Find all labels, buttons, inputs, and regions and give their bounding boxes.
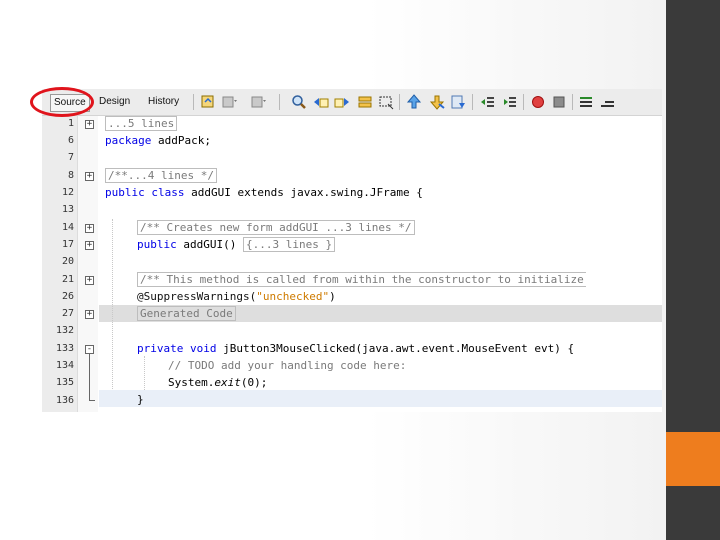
line-number: 12 bbox=[61, 187, 74, 198]
find-previous-icon[interactable] bbox=[313, 94, 329, 110]
code-line: ...5 lines bbox=[105, 115, 178, 132]
editor-toolbar: Source Design History bbox=[42, 89, 662, 116]
line-number: 14 bbox=[61, 222, 74, 233]
line-numbers: 1 6 7 8 12 13 14 17 20 21 26 27 132 133 … bbox=[42, 116, 77, 412]
line-number: 7 bbox=[67, 152, 74, 163]
line-number: 17 bbox=[61, 239, 74, 250]
line-number: 134 bbox=[55, 360, 74, 371]
next-bookmark-icon[interactable] bbox=[429, 94, 445, 110]
code-comment: // TODO add your handling code here: bbox=[168, 359, 407, 372]
code-keyword: public class bbox=[105, 186, 185, 199]
shift-right-icon[interactable] bbox=[501, 94, 517, 110]
folded-block[interactable]: /** Creates new form addGUI ...3 lines *… bbox=[137, 220, 415, 235]
line-number: 26 bbox=[61, 291, 74, 302]
fold-range-line bbox=[89, 354, 90, 400]
code-text: addPack; bbox=[151, 134, 211, 147]
fold-column bbox=[78, 116, 98, 412]
code-text: addGUI() bbox=[176, 238, 243, 251]
expand-fold-icon[interactable]: + bbox=[85, 276, 94, 285]
toggle-highlight-icon[interactable] bbox=[357, 94, 373, 110]
code-keyword: package bbox=[105, 134, 152, 147]
line-number: 133 bbox=[55, 343, 74, 354]
code-editor-window: Source Design History 1 6 7 8 12 13 14 1… bbox=[42, 89, 662, 412]
comment-icon[interactable] bbox=[578, 94, 594, 110]
collapse-fold-icon[interactable]: - bbox=[85, 345, 94, 354]
code-text: addGUI extends javax.swing.JFrame { bbox=[184, 186, 423, 199]
source-tab-highlight-ring bbox=[30, 87, 94, 117]
line-number: 6 bbox=[67, 135, 74, 146]
macro-stop-icon[interactable] bbox=[551, 94, 567, 110]
slide-accent-square bbox=[666, 432, 720, 486]
code-line: Generated Code bbox=[137, 305, 236, 322]
find-icon[interactable] bbox=[291, 94, 307, 110]
line-number: 1 bbox=[67, 118, 74, 129]
code-text: System. bbox=[168, 376, 215, 389]
line-number: 21 bbox=[61, 274, 74, 285]
expand-fold-icon[interactable]: + bbox=[85, 224, 94, 233]
code-line: /** This method is called from within th… bbox=[137, 271, 586, 288]
folded-block[interactable]: /**...4 lines */ bbox=[105, 168, 217, 183]
expand-fold-icon[interactable]: + bbox=[85, 310, 94, 319]
code-line: } bbox=[137, 391, 144, 408]
shift-left-icon[interactable] bbox=[479, 94, 495, 110]
folded-block[interactable]: {...3 lines } bbox=[242, 237, 336, 252]
code-text: } bbox=[137, 393, 144, 406]
code-string: "unchecked" bbox=[256, 290, 330, 303]
toggle-bookmark-icon[interactable] bbox=[450, 94, 466, 110]
code-line: @SuppressWarnings("unchecked") bbox=[137, 288, 336, 305]
code-text: ) bbox=[329, 290, 336, 303]
code-line: /**...4 lines */ bbox=[105, 167, 217, 184]
line-number: 136 bbox=[55, 395, 74, 406]
code-line: // TODO add your handling code here: bbox=[168, 357, 406, 374]
uncomment-icon[interactable] bbox=[599, 94, 615, 110]
code-line: package addPack; bbox=[105, 132, 211, 149]
line-number: 135 bbox=[55, 377, 74, 388]
back-icon[interactable] bbox=[221, 94, 237, 110]
toolbar-separator bbox=[399, 94, 400, 110]
toolbar-separator bbox=[472, 94, 473, 110]
code-text: jButton3MouseClicked(java.awt.event.Mous… bbox=[216, 342, 575, 355]
code-line: private void jButton3MouseClicked(java.a… bbox=[137, 340, 574, 357]
macro-record-icon[interactable] bbox=[530, 94, 546, 110]
code-text: (0); bbox=[240, 376, 268, 389]
prev-bookmark-icon[interactable] bbox=[406, 94, 422, 110]
toolbar-separator bbox=[572, 94, 573, 110]
toolbar-separator bbox=[279, 94, 280, 110]
expand-fold-icon[interactable]: + bbox=[85, 120, 94, 129]
line-number: 27 bbox=[61, 308, 74, 319]
toolbar-separator bbox=[523, 94, 524, 110]
last-edit-icon[interactable] bbox=[200, 94, 216, 110]
line-number: 20 bbox=[61, 256, 74, 267]
current-line-highlight bbox=[99, 390, 662, 407]
folded-block[interactable]: /** This method is called from within th… bbox=[137, 272, 586, 287]
folded-block[interactable]: ...5 lines bbox=[105, 116, 178, 131]
line-number: 8 bbox=[67, 170, 74, 181]
code-line: public class addGUI extends javax.swing.… bbox=[105, 184, 423, 201]
line-number: 132 bbox=[55, 325, 74, 336]
code-keyword: private void bbox=[137, 342, 217, 355]
tab-history[interactable]: History bbox=[148, 94, 179, 110]
code-method: exit bbox=[214, 376, 241, 389]
expand-fold-icon[interactable]: + bbox=[85, 241, 94, 250]
indent-guide bbox=[144, 356, 145, 390]
code-line: public addGUI() {...3 lines } bbox=[137, 236, 336, 253]
toolbar-separator bbox=[193, 94, 194, 110]
indent-guide bbox=[112, 219, 113, 389]
toggle-rect-select-icon[interactable] bbox=[378, 94, 394, 110]
line-number: 13 bbox=[61, 204, 74, 215]
forward-icon[interactable] bbox=[250, 94, 266, 110]
code-annotation: @SuppressWarnings( bbox=[137, 290, 257, 303]
expand-fold-icon[interactable]: + bbox=[85, 172, 94, 181]
folded-block[interactable]: Generated Code bbox=[137, 306, 236, 321]
fold-range-end bbox=[89, 400, 95, 401]
code-line: System.exit(0); bbox=[168, 374, 267, 391]
find-next-icon[interactable] bbox=[334, 94, 350, 110]
code-keyword: public bbox=[137, 238, 177, 251]
tab-design[interactable]: Design bbox=[99, 94, 130, 110]
code-line: /** Creates new form addGUI ...3 lines *… bbox=[137, 219, 415, 236]
